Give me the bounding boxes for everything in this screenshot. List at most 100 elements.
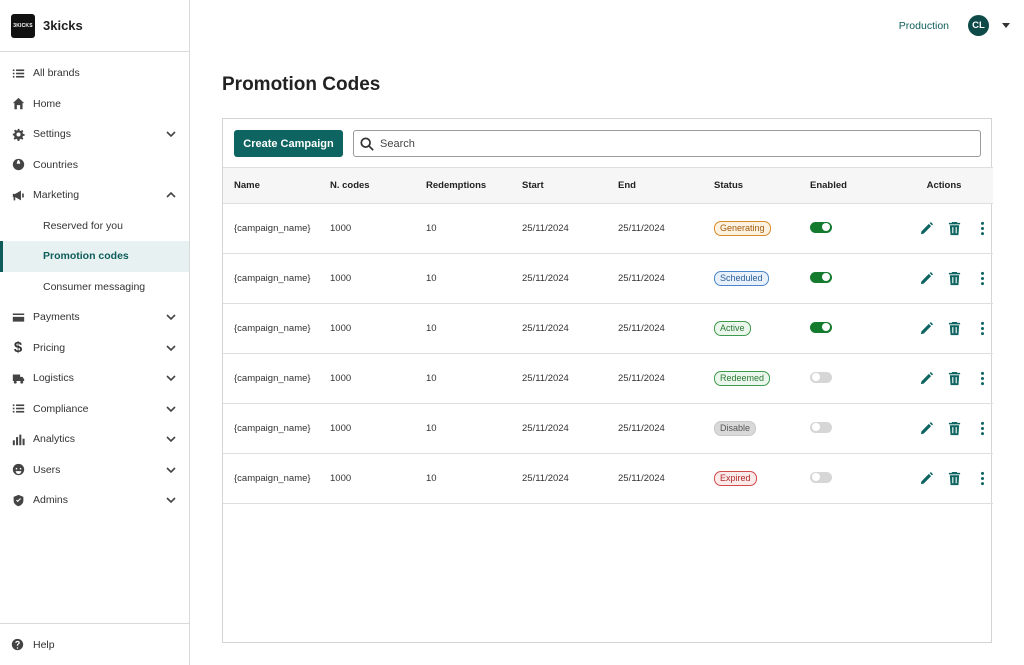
sidebar-item-label: Users: [33, 463, 61, 476]
edit-pencil-icon[interactable]: [919, 321, 934, 337]
table-row[interactable]: {campaign_name} 1000 10 25/11/2024 25/11/202…: [223, 254, 993, 304]
cell-codes: 1000: [330, 223, 352, 234]
enabled-toggle[interactable]: [810, 221, 832, 233]
search-input[interactable]: [380, 137, 970, 150]
sidebar-item-admins[interactable]: Admins: [0, 485, 189, 516]
toolbar: Create Campaign: [223, 119, 991, 167]
delete-trash-icon[interactable]: [947, 321, 962, 337]
edit-pencil-icon[interactable]: [919, 471, 934, 487]
sidebar-item-label: Consumer messaging: [43, 280, 146, 293]
more-vertical-icon[interactable]: [975, 371, 990, 387]
delete-trash-icon[interactable]: [947, 371, 962, 387]
cell-redemptions: 10: [426, 323, 437, 334]
sidebar-item-countries[interactable]: Countries: [0, 150, 189, 181]
enabled-toggle[interactable]: [810, 321, 832, 333]
help-link[interactable]: Help: [0, 623, 189, 665]
cell-end: 25/11/2024: [618, 423, 665, 434]
column-header-redemptions[interactable]: Redemptions: [415, 168, 511, 204]
enabled-toggle[interactable]: [810, 371, 832, 383]
globe-icon: [11, 158, 25, 172]
cell-status: Scheduled: [703, 254, 799, 304]
cell-name[interactable]: {campaign_name}: [223, 404, 319, 454]
campaigns-table: Name N. codes Redemptions Start End Stat…: [223, 167, 993, 504]
edit-pencil-icon[interactable]: [919, 371, 934, 387]
brand[interactable]: 3KICKS 3kicks: [0, 0, 189, 52]
more-vertical-icon[interactable]: [975, 221, 990, 237]
sidebar-item-marketing[interactable]: Marketing: [0, 180, 189, 211]
status-badge: Disable: [714, 421, 757, 436]
edit-pencil-icon[interactable]: [919, 271, 934, 287]
chevron-up-icon[interactable]: [165, 189, 177, 201]
gear-icon: [11, 127, 25, 141]
table-row[interactable]: {campaign_name} 1000 10 25/11/2024 25/11/202…: [223, 354, 993, 404]
toggle-knob: [822, 273, 830, 281]
create-campaign-button[interactable]: Create Campaign: [234, 130, 343, 157]
sidebar-item-label: Payments: [33, 311, 80, 324]
column-header-enabled[interactable]: Enabled: [799, 168, 895, 204]
sidebar-item-label: Marketing: [33, 189, 80, 202]
chevron-down-icon[interactable]: [165, 494, 177, 506]
sidebar-item-promotion-codes[interactable]: Promotion codes: [0, 241, 189, 272]
delete-trash-icon[interactable]: [947, 271, 962, 287]
sidebar-item-consumer-messaging[interactable]: Consumer messaging: [0, 272, 189, 303]
cell-status: Generating: [703, 204, 799, 254]
column-header-start[interactable]: Start: [511, 168, 607, 204]
megaphone-icon: [11, 188, 25, 202]
sidebar-item-pricing[interactable]: $ Pricing: [0, 333, 189, 364]
column-header-name[interactable]: Name: [223, 168, 319, 204]
chevron-down-icon[interactable]: [165, 403, 177, 415]
chevron-down-icon[interactable]: [165, 433, 177, 445]
avatar[interactable]: CL: [968, 15, 989, 36]
toggle-knob: [812, 473, 820, 481]
table-row[interactable]: {campaign_name} 1000 10 25/11/2024 25/11/202…: [223, 454, 993, 504]
cell-actions: [895, 304, 993, 354]
sidebar-item-settings[interactable]: Settings: [0, 119, 189, 150]
page-title: Promotion Codes: [222, 74, 381, 95]
cell-name[interactable]: {campaign_name}: [223, 204, 319, 254]
cell-status: Disable: [703, 404, 799, 454]
table-row[interactable]: {campaign_name} 1000 10 25/11/2024 25/11/202…: [223, 204, 993, 254]
column-header-codes[interactable]: N. codes: [319, 168, 415, 204]
column-header-status[interactable]: Status: [703, 168, 799, 204]
app: 3KICKS 3kicks All brands Home Settings C…: [0, 0, 1024, 665]
sidebar-item-analytics[interactable]: Analytics: [0, 424, 189, 455]
delete-trash-icon[interactable]: [947, 421, 962, 437]
cell-name[interactable]: {campaign_name}: [223, 254, 319, 304]
cell-name[interactable]: {campaign_name}: [223, 304, 319, 354]
sidebar-nav: All brands Home Settings Countries Marke…: [0, 52, 189, 516]
table-row[interactable]: {campaign_name} 1000 10 25/11/2024 25/11/202…: [223, 404, 993, 454]
sidebar-item-users[interactable]: Users: [0, 455, 189, 486]
delete-trash-icon[interactable]: [947, 471, 962, 487]
caret-down-icon[interactable]: [1002, 23, 1010, 28]
chevron-down-icon[interactable]: [165, 372, 177, 384]
edit-pencil-icon[interactable]: [919, 221, 934, 237]
sidebar-item-all-brands[interactable]: All brands: [0, 58, 189, 89]
edit-pencil-icon[interactable]: [919, 421, 934, 437]
table-row[interactable]: {campaign_name} 1000 10 25/11/2024 25/11/202…: [223, 304, 993, 354]
sidebar-item-label: Admins: [33, 494, 69, 507]
brand-logo: 3KICKS: [11, 13, 35, 38]
chevron-down-icon[interactable]: [165, 311, 177, 323]
more-vertical-icon[interactable]: [975, 471, 990, 487]
more-vertical-icon[interactable]: [975, 271, 990, 287]
sidebar-item-reserved-for-you[interactable]: Reserved for you: [0, 211, 189, 242]
column-header-end[interactable]: End: [607, 168, 703, 204]
sidebar-item-payments[interactable]: Payments: [0, 302, 189, 333]
cell-name[interactable]: {campaign_name}: [223, 454, 319, 504]
enabled-toggle[interactable]: [810, 471, 832, 483]
delete-trash-icon[interactable]: [947, 221, 962, 237]
sidebar-item-home[interactable]: Home: [0, 89, 189, 120]
enabled-toggle[interactable]: [810, 421, 832, 433]
sidebar-item-logistics[interactable]: Logistics: [0, 363, 189, 394]
search-box[interactable]: [353, 130, 981, 157]
chevron-down-icon[interactable]: [165, 128, 177, 140]
environment-label[interactable]: Production: [899, 20, 949, 32]
more-vertical-icon[interactable]: [975, 321, 990, 337]
sidebar-item-compliance[interactable]: Compliance: [0, 394, 189, 425]
more-vertical-icon[interactable]: [975, 421, 990, 437]
chevron-down-icon[interactable]: [165, 342, 177, 354]
row-actions: [906, 371, 993, 387]
enabled-toggle[interactable]: [810, 271, 832, 283]
cell-name[interactable]: {campaign_name}: [223, 354, 319, 404]
chevron-down-icon[interactable]: [165, 464, 177, 476]
